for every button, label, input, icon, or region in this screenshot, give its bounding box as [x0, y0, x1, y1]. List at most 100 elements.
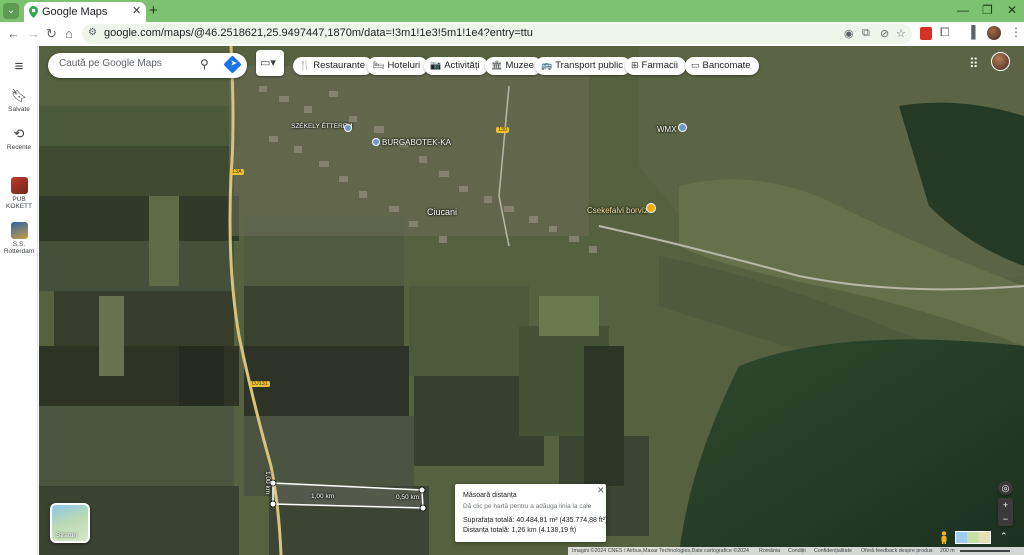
search-input[interactable] [59, 58, 199, 69]
maps-sidebar: ≡ 🔖︎ Salvate ⟲ Recente PUB KOKETT S.S. R… [0, 46, 38, 555]
sidebar-item-ss-rotterdam[interactable]: S.S. Rotterdam [0, 222, 38, 255]
measure-segment-label: 1,00 km [311, 493, 335, 500]
home-icon[interactable]: ⌂ [65, 26, 73, 41]
reload-icon[interactable]: ↻ [46, 26, 57, 42]
transit-layer-button[interactable]: ▭▾ [256, 50, 284, 76]
bookmark-icon: 🔖︎ [10, 88, 28, 103]
scale-bar [960, 550, 1010, 552]
back-icon[interactable]: ← [7, 26, 20, 41]
wmx-pin-icon[interactable] [678, 123, 687, 132]
terms-link[interactable]: Condiții [788, 548, 806, 554]
zoom-in-button[interactable]: + [998, 498, 1013, 512]
extension-red-icon[interactable] [920, 27, 932, 40]
measure-area: Suprafața totală: 40.484,81 m² (435.774,… [463, 517, 608, 524]
location-icon[interactable]: ◉ [844, 27, 854, 40]
chip-public-transport[interactable]: 🚌 Transport public [535, 57, 631, 75]
chip-pharmacies[interactable]: ⊞ Farmacii [625, 57, 686, 75]
directions-icon[interactable]: ➤ [223, 55, 242, 74]
address-bar[interactable]: ⚙ google.com/maps/@46.2518621,25.9497447… [82, 24, 912, 44]
chip-label: Farmacii [641, 60, 678, 71]
tab-search-button[interactable]: ⌄ [3, 3, 19, 19]
attribution-bar: Imagini ©2024 CNES / Airbus,Maxar Techno… [568, 547, 1024, 555]
browser-tab-strip: ⌄ Google Maps ✕ + — ❐ ✕ [0, 0, 1024, 22]
chip-label: Activități [444, 60, 480, 71]
layers-button[interactable]: Straturi [50, 503, 90, 543]
google-apps-icon[interactable]: ⠿ [969, 56, 979, 72]
chip-label: Hoteluri [387, 60, 421, 71]
chip-hotels[interactable]: 🛏 Hoteluri [367, 57, 429, 75]
map-type-thumbnails[interactable] [955, 531, 991, 544]
satellite-map[interactable]: Ciucani BURGABOTEK-KA WMX Csekefalvi bor… [39, 46, 1024, 555]
menu-button[interactable]: ≡ [0, 58, 38, 75]
profile-avatar[interactable] [987, 26, 1001, 40]
hotel-icon: 🛏 [373, 60, 385, 70]
expand-icon[interactable]: ⌃ [1000, 531, 1008, 542]
pharmacy-icon: ⊞ [631, 60, 639, 70]
url-text[interactable]: google.com/maps/@46.2518621,25.9497447,1… [104, 27, 533, 39]
site-info-icon[interactable]: ⚙ [88, 27, 97, 38]
chip-activities[interactable]: 📷 Activități [424, 57, 488, 75]
place-label-burgabotek[interactable]: BURGABOTEK-KA [382, 138, 451, 147]
account-avatar[interactable] [991, 52, 1010, 71]
maximize-button[interactable]: ❐ [982, 3, 993, 17]
layers-label: Straturi [56, 532, 77, 539]
tab-google-maps[interactable]: Google Maps ✕ [24, 2, 146, 22]
minimize-button[interactable]: — [957, 3, 969, 17]
satellite-imagery [39, 46, 1024, 555]
scale-label[interactable]: 200 m [940, 548, 955, 554]
sidebar-item-label: S.S. Rotterdam [3, 241, 35, 255]
install-app-icon[interactable]: ⧉ [862, 27, 870, 40]
new-tab-button[interactable]: + [149, 2, 158, 19]
poi-pin-icon[interactable] [646, 203, 656, 213]
eye-off-icon[interactable]: ⊘ [880, 27, 889, 40]
extensions-icon[interactable]: ⧠ [940, 25, 950, 40]
feedback-link[interactable]: Oferă feedback despre produs [861, 548, 933, 554]
close-icon[interactable]: ✕ [597, 485, 605, 496]
country-link[interactable]: România [759, 548, 780, 554]
menu-kebab-icon[interactable]: ⋮ [1010, 25, 1022, 39]
chip-atms[interactable]: ▭ Bancomate [685, 57, 759, 75]
bus-icon: 🚌 [541, 60, 553, 70]
place-thumbnail [10, 222, 28, 239]
bookmark-star-icon[interactable]: ☆ [896, 27, 906, 40]
sidebar-item-label: Recente [6, 144, 32, 151]
pegman-icon[interactable] [939, 531, 949, 544]
chip-restaurants[interactable]: 🍴 Restaurante [293, 57, 373, 75]
place-label-wmx[interactable]: WMX [657, 125, 677, 134]
atm-icon: ▭ [691, 60, 700, 70]
place-label-ciucani[interactable]: Ciucani [427, 207, 457, 217]
zoom-out-button[interactable]: − [998, 512, 1013, 526]
transit-icon: ▭▾ [260, 57, 276, 69]
chip-label: Bancomate [702, 60, 751, 71]
road-shield-130: 130 [496, 127, 510, 133]
side-panel-icon[interactable]: ▐ [967, 25, 976, 39]
close-window-button[interactable]: ✕ [1007, 3, 1017, 17]
privacy-link[interactable]: Confidențialitate [814, 548, 852, 554]
search-box[interactable]: ⚲ ➤ [48, 53, 247, 78]
tab-title: Google Maps [42, 6, 108, 18]
sidebar-item-saved[interactable]: 🔖︎ Salvate [0, 88, 38, 113]
hamburger-menu-icon: ≡ [14, 58, 24, 75]
chip-museums[interactable]: 🏛 Muzee [485, 57, 542, 75]
measure-segment-label: 0,50 km [396, 494, 420, 501]
place-pin-icon[interactable] [344, 124, 352, 132]
sidebar-item-recent[interactable]: ⟲ Recente [0, 126, 38, 151]
place-label-borviz[interactable]: Csekefalvi borvíz [587, 206, 648, 215]
restaurant-icon: 🍴 [299, 60, 311, 70]
history-icon: ⟲ [13, 126, 25, 141]
search-icon[interactable]: ⚲ [200, 57, 209, 71]
chip-label: Muzee [505, 60, 534, 71]
forward-icon[interactable]: → [27, 26, 40, 41]
camera-icon: 📷 [430, 60, 442, 70]
tab-close-icon[interactable]: ✕ [132, 4, 141, 17]
measure-distance: Distanța totală: 1,26 km (4.138,19 ft) [463, 527, 577, 534]
sidebar-item-label: Salvate [8, 106, 30, 113]
my-location-button[interactable]: ◎ [998, 481, 1013, 495]
measure-hint: Dă clic pe hartă pentru a adăuga linia l… [463, 503, 592, 510]
maps-favicon-icon [29, 6, 38, 18]
measure-distance-card: Măsoară distanța Dă clic pe hartă pentru… [455, 484, 608, 542]
place-pin-icon[interactable] [372, 138, 380, 146]
sidebar-item-pub-kokett[interactable]: PUB KOKETT [0, 177, 38, 210]
browser-toolbar: ← → ↻ ⌂ ⚙ google.com/maps/@46.2518621,25… [0, 22, 1024, 46]
chip-label: Transport public [555, 60, 623, 71]
